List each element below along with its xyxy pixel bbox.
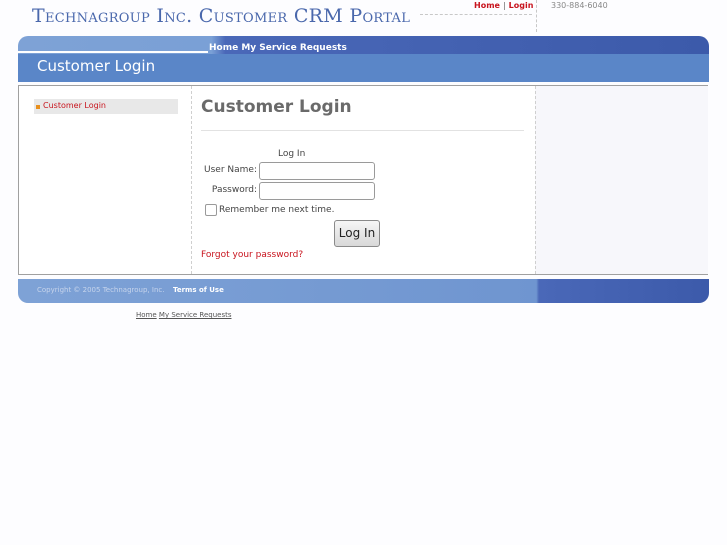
username-input[interactable] <box>259 162 375 180</box>
remember-me-checkbox[interactable] <box>205 204 217 216</box>
nav-links[interactable]: Home My Service Requests <box>209 43 347 53</box>
password-label: Password: <box>211 185 257 195</box>
phone-number: 330-884-6040 <box>551 1 608 10</box>
remember-me-label: Remember me next time. <box>219 205 335 215</box>
right-column <box>535 86 708 274</box>
main-heading: Customer Login <box>201 97 352 117</box>
bottom-home-link[interactable]: Home <box>136 311 157 319</box>
site-title: Technagroup Inc. Customer CRM Portal <box>32 5 411 27</box>
login-caption: Log In <box>278 149 306 159</box>
top-links: Home | Login <box>474 1 533 10</box>
page-title: Customer Login <box>37 57 156 75</box>
username-label: User Name: <box>204 165 257 175</box>
login-link[interactable]: Login <box>509 1 534 10</box>
nav-underline <box>18 51 208 53</box>
sidebar-item-label[interactable]: Customer Login <box>43 101 106 110</box>
bottom-service-requests-link[interactable]: My Service Requests <box>159 311 232 319</box>
terms-of-use-link[interactable]: Terms of Use <box>173 286 224 294</box>
forgot-password-link[interactable]: Forgot your password? <box>201 250 303 260</box>
link-separator: | <box>502 1 506 10</box>
header-divider <box>536 0 537 32</box>
heading-rule <box>201 130 524 131</box>
home-link[interactable]: Home <box>474 1 500 10</box>
bottom-links: Home My Service Requests <box>136 311 232 319</box>
password-input[interactable] <box>259 182 375 200</box>
copyright-text: Copyright © 2005 Technagroup, Inc. <box>37 286 165 294</box>
login-button[interactable]: Log In <box>334 220 380 247</box>
title-divider <box>420 14 532 15</box>
sidebar-divider <box>191 86 192 274</box>
bullet-icon <box>36 105 40 109</box>
